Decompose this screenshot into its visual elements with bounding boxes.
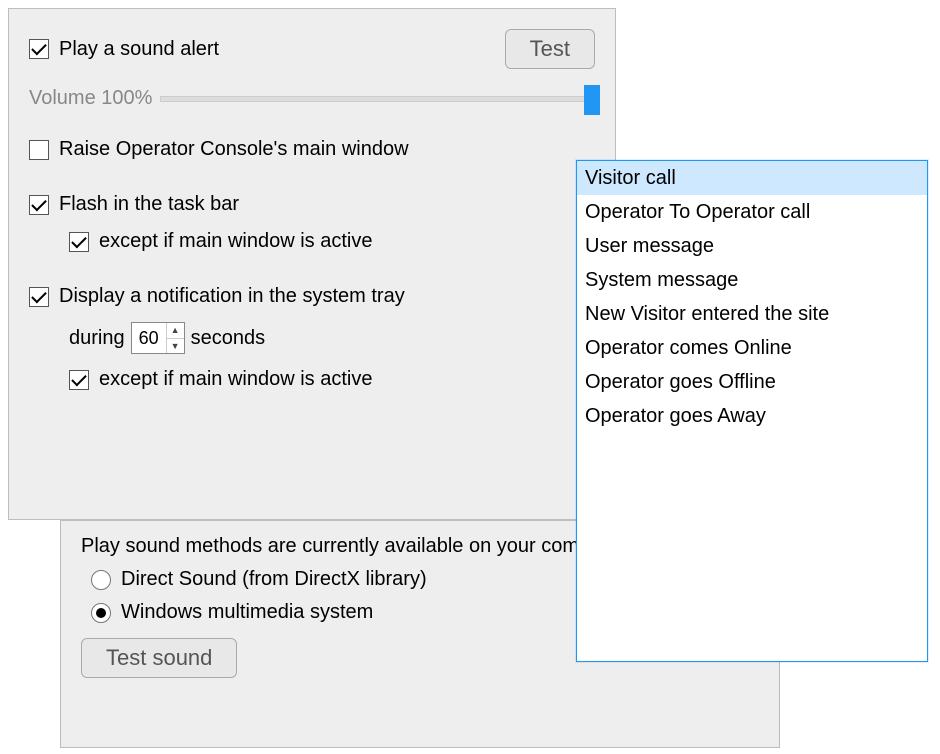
list-item[interactable]: System message bbox=[577, 263, 927, 297]
play-sound-label: Play a sound alert bbox=[59, 38, 219, 61]
direct-sound-radio[interactable] bbox=[91, 570, 111, 590]
list-item[interactable]: Operator comes Online bbox=[577, 331, 927, 365]
windows-multimedia-label: Windows multimedia system bbox=[121, 601, 373, 624]
sound-methods-heading: Play sound methods are currently availab… bbox=[81, 535, 630, 558]
test-sound-button[interactable]: Test sound bbox=[81, 638, 237, 678]
duration-stepper[interactable]: ▲ ▼ bbox=[131, 322, 185, 354]
volume-slider-thumb[interactable] bbox=[584, 85, 600, 115]
display-tray-checkbox[interactable] bbox=[29, 287, 49, 307]
flash-except-checkbox[interactable] bbox=[69, 232, 89, 252]
test-button[interactable]: Test bbox=[505, 29, 595, 69]
event-listbox[interactable]: Visitor call Operator To Operator call U… bbox=[576, 160, 928, 662]
flash-except-label: except if main window is active bbox=[99, 230, 372, 253]
volume-slider[interactable] bbox=[160, 96, 595, 102]
sound-alert-panel: Play a sound alert Test Volume 100% Rais… bbox=[8, 8, 616, 520]
windows-multimedia-radio[interactable] bbox=[91, 603, 111, 623]
tray-except-checkbox[interactable] bbox=[69, 370, 89, 390]
display-tray-label: Display a notification in the system tra… bbox=[59, 285, 405, 308]
direct-sound-label: Direct Sound (from DirectX library) bbox=[121, 568, 427, 591]
list-item[interactable]: Operator goes Offline bbox=[577, 365, 927, 399]
play-sound-checkbox[interactable] bbox=[29, 39, 49, 59]
raise-window-checkbox[interactable] bbox=[29, 140, 49, 160]
list-item[interactable]: New Visitor entered the site bbox=[577, 297, 927, 331]
list-item[interactable]: Operator To Operator call bbox=[577, 195, 927, 229]
tray-except-label: except if main window is active bbox=[99, 368, 372, 391]
during-prefix: during bbox=[69, 327, 125, 350]
flash-taskbar-label: Flash in the task bar bbox=[59, 193, 239, 216]
volume-label: Volume 100% bbox=[29, 87, 152, 110]
stepper-down-icon[interactable]: ▼ bbox=[167, 339, 184, 354]
raise-window-label: Raise Operator Console's main window bbox=[59, 138, 409, 161]
duration-input[interactable] bbox=[132, 323, 166, 353]
list-item[interactable]: Visitor call bbox=[577, 161, 927, 195]
list-item[interactable]: Operator goes Away bbox=[577, 399, 927, 433]
flash-taskbar-checkbox[interactable] bbox=[29, 195, 49, 215]
during-suffix: seconds bbox=[191, 327, 266, 350]
list-item[interactable]: User message bbox=[577, 229, 927, 263]
stepper-up-icon[interactable]: ▲ bbox=[167, 323, 184, 339]
